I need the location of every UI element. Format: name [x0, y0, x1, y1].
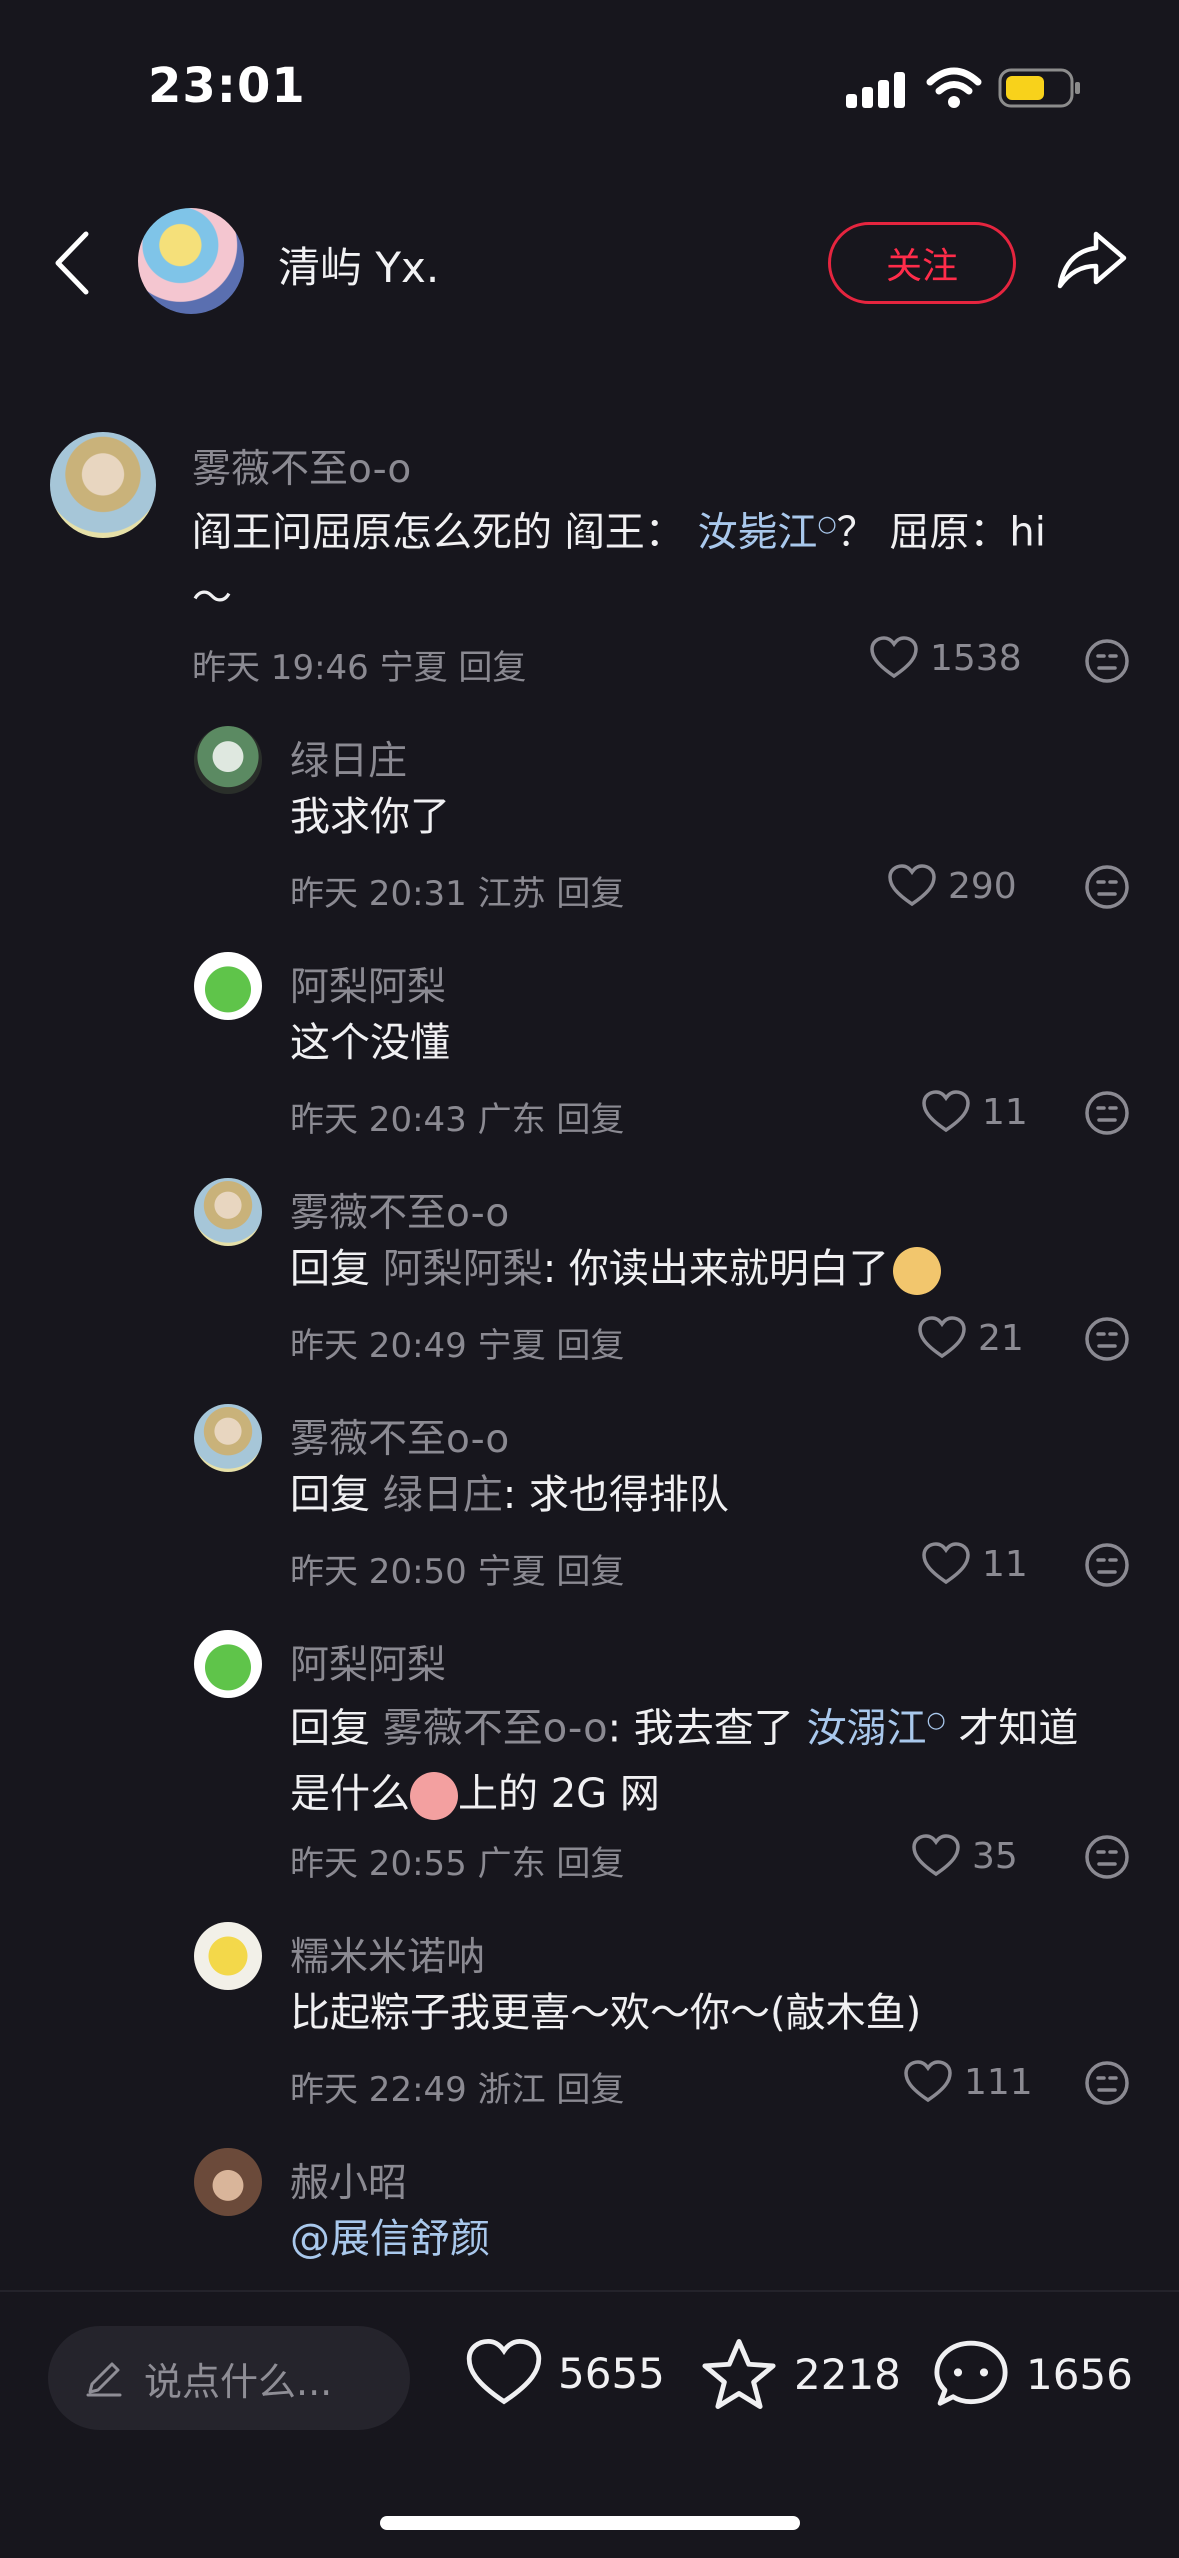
star-icon [702, 2339, 776, 2409]
like-count: 1538 [930, 637, 1022, 679]
comment-meta: 昨天 20:43 广东 回复 [290, 1100, 625, 1140]
reply-button[interactable]: 回复 [556, 874, 624, 914]
dislike-face-icon[interactable] [1084, 1090, 1130, 1140]
comment-meta: 昨天 20:31 江苏 回复 [290, 874, 625, 914]
like-count: 21 [978, 1317, 1024, 1359]
comment-text: 我求你了 [290, 794, 450, 840]
like-count: 11 [982, 1543, 1028, 1585]
heart-icon [912, 1834, 960, 1877]
wifi-icon [926, 66, 982, 114]
comment-text: 回复 雾薇不至o-o: 我去查了 汝溺江○ 才知道 是什么 上的 2G 网 [290, 1688, 1130, 1827]
dislike-face-icon[interactable] [1084, 638, 1130, 688]
post-favorite-count: 2218 [794, 2349, 901, 2399]
follow-button[interactable]: 关注 [828, 222, 1016, 304]
home-indicator[interactable] [380, 2516, 800, 2530]
comment-username[interactable]: 雾薇不至o-o [290, 1408, 509, 1464]
dislike-face-icon[interactable] [1084, 2060, 1130, 2110]
comment-username[interactable]: 绿日庄 [290, 730, 407, 786]
emoji-dog-icon [892, 1247, 941, 1295]
like-button[interactable]: 1538 [870, 636, 1022, 680]
author-avatar[interactable] [138, 208, 244, 314]
comment-username[interactable]: 赧小昭 [290, 2152, 407, 2208]
reply-button[interactable]: 回复 [556, 1100, 624, 1140]
reply-to-user[interactable]: 绿日庄 [383, 1472, 503, 1518]
like-button[interactable]: 35 [912, 1834, 1018, 1878]
like-count: 290 [948, 865, 1017, 907]
like-button[interactable]: 21 [918, 1316, 1024, 1360]
like-count: 11 [982, 1091, 1028, 1133]
comment-meta: 昨天 20:50 宁夏 回复 [290, 1552, 625, 1592]
comment-meta: 昨天 22:49 浙江 回复 [290, 2070, 625, 2110]
dislike-face-icon[interactable] [1084, 1542, 1130, 1592]
comment-text: 回复 阿梨阿梨: 你读出来就明白了 [290, 1236, 941, 1302]
search-mini-icon: ○ [926, 1708, 946, 1733]
comment-avatar[interactable] [194, 952, 262, 1020]
reply-to-user[interactable]: 雾薇不至o-o [383, 1705, 608, 1751]
heart-icon [904, 2060, 952, 2103]
reply-button[interactable]: 回复 [458, 648, 526, 688]
comment-avatar[interactable] [50, 432, 156, 538]
share-icon[interactable] [1056, 228, 1128, 294]
comment-text: 阎王问屈原怎么死的 阎王： 汝毙江○？ 屈原：hi ～ [192, 509, 1046, 622]
comment-input[interactable]: 说点什么... [48, 2326, 410, 2430]
reply-button[interactable]: 回复 [556, 1552, 624, 1592]
like-button[interactable]: 290 [888, 864, 1017, 908]
like-count: 111 [964, 2061, 1033, 2103]
heart-icon [888, 864, 936, 907]
reply-button[interactable]: 回复 [556, 1844, 624, 1884]
emoji-crying-icon [410, 1772, 458, 1821]
favorite-post-button[interactable]: 2218 [700, 2336, 901, 2412]
reply-button[interactable]: 回复 [556, 2070, 624, 2110]
dislike-face-icon[interactable] [1084, 864, 1130, 914]
heart-icon [466, 2338, 542, 2405]
comment-meta: 昨天 20:55 广东 回复 [290, 1844, 625, 1884]
comment-meta: 昨天 19:46 宁夏 回复 [192, 648, 527, 688]
author-name[interactable]: 清屿 Yx. [278, 234, 439, 295]
like-count: 35 [972, 1835, 1018, 1877]
comment-avatar[interactable] [194, 2148, 262, 2216]
comment-avatar[interactable] [194, 1922, 262, 1990]
heart-icon [870, 636, 918, 679]
like-button[interactable]: 11 [922, 1542, 1028, 1586]
comment-avatar[interactable] [194, 726, 262, 794]
like-button[interactable]: 111 [904, 2060, 1033, 2104]
reply-button[interactable]: 回复 [556, 1326, 624, 1366]
comment-username[interactable]: 糯米米诺呐 [290, 1926, 485, 1982]
comment-link[interactable]: 汝溺江 [807, 1705, 927, 1751]
like-post-button[interactable]: 5655 [466, 2338, 665, 2408]
post-comment-count: 1656 [1026, 2349, 1133, 2399]
heart-icon [922, 1090, 970, 1133]
comment-avatar[interactable] [194, 1630, 262, 1698]
comment-text: @展信舒颜 [290, 2216, 490, 2262]
comment-meta: 昨天 20:49 宁夏 回复 [290, 1326, 625, 1366]
search-mini-icon: ○ [817, 512, 837, 537]
comment-link[interactable]: 汝毙江 [697, 509, 817, 555]
comment-username[interactable]: 雾薇不至o-o [192, 438, 411, 494]
comment-input-placeholder: 说点什么... [144, 2359, 333, 2404]
comment-username[interactable]: 雾薇不至o-o [290, 1182, 509, 1238]
like-button[interactable]: 11 [922, 1090, 1028, 1134]
comment-bubble-icon [934, 2340, 1008, 2406]
heart-icon [922, 1542, 970, 1585]
comment-text: 回复 绿日庄: 求也得排队 [290, 1472, 729, 1518]
dislike-face-icon[interactable] [1084, 1834, 1130, 1884]
heart-icon [918, 1316, 966, 1359]
battery-icon [998, 66, 1082, 114]
comment-text: 比起粽子我更喜～欢～你～(敲木鱼) [290, 1990, 922, 2036]
comment-text: 这个没懂 [290, 1020, 450, 1066]
dislike-face-icon[interactable] [1084, 1316, 1130, 1366]
comment-avatar[interactable] [194, 1404, 262, 1472]
back-arrow-icon[interactable] [52, 230, 92, 300]
comment-post-button[interactable]: 1656 [932, 2336, 1133, 2412]
status-time: 23:01 [148, 58, 306, 114]
comment-username[interactable]: 阿梨阿梨 [290, 1634, 446, 1690]
pencil-icon [86, 2362, 122, 2397]
post-like-count: 5655 [558, 2348, 665, 2398]
cellular-signal-icon [846, 72, 908, 112]
reply-to-user[interactable]: 阿梨阿梨 [383, 1246, 543, 1292]
comment-username[interactable]: 阿梨阿梨 [290, 956, 446, 1012]
comment-avatar[interactable] [194, 1178, 262, 1246]
